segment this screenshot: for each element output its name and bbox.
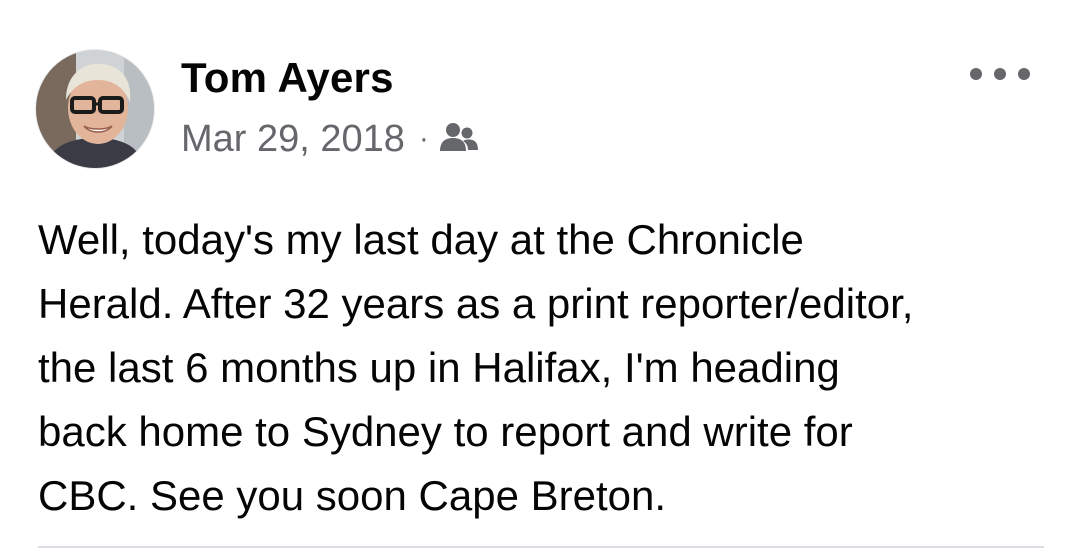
post-divider bbox=[38, 546, 1044, 548]
post-date[interactable]: Mar 29, 2018 bbox=[181, 118, 405, 161]
meta-separator: · bbox=[418, 122, 429, 155]
avatar-photo bbox=[36, 50, 154, 168]
message-line: Well, today's my last day at the Chronic… bbox=[38, 216, 804, 263]
more-dot bbox=[1018, 68, 1030, 80]
facebook-post: Tom Ayers Mar 29, 2018 · Well, today's m… bbox=[0, 0, 1080, 554]
message-line: the last 6 months up in Halifax, I'm hea… bbox=[38, 344, 840, 391]
more-options-icon[interactable] bbox=[970, 60, 1030, 88]
message-line: back home to Sydney to report and write … bbox=[38, 408, 853, 455]
author-avatar[interactable] bbox=[36, 50, 154, 168]
message-line: CBC. See you soon Cape Breton. bbox=[38, 472, 667, 519]
more-dot bbox=[994, 68, 1006, 80]
message-line: Herald. After 32 years as a print report… bbox=[38, 280, 914, 327]
friends-icon[interactable] bbox=[439, 121, 479, 157]
post-message: Well, today's my last day at the Chronic… bbox=[38, 208, 1058, 528]
post-meta: Mar 29, 2018 · bbox=[181, 117, 479, 161]
author-name[interactable]: Tom Ayers bbox=[181, 54, 394, 102]
more-dot bbox=[970, 68, 982, 80]
